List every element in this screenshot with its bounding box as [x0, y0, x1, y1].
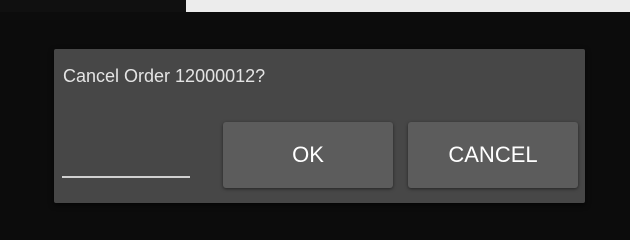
cancel-button[interactable]: CANCEL	[408, 122, 578, 188]
ok-button[interactable]: OK	[223, 122, 393, 188]
cancel-order-dialog: Cancel Order 12000012? OK CANCEL	[54, 49, 585, 203]
app-screen: Cancel Order 12000012? OK CANCEL	[0, 0, 630, 240]
dialog-text-input[interactable]	[62, 176, 190, 178]
ok-button-label: OK	[292, 142, 324, 167]
top-bar-light-segment	[186, 0, 630, 12]
top-bar-dark-segment	[0, 0, 186, 12]
dialog-message: Cancel Order 12000012?	[63, 66, 266, 86]
cancel-button-label: CANCEL	[448, 142, 538, 167]
